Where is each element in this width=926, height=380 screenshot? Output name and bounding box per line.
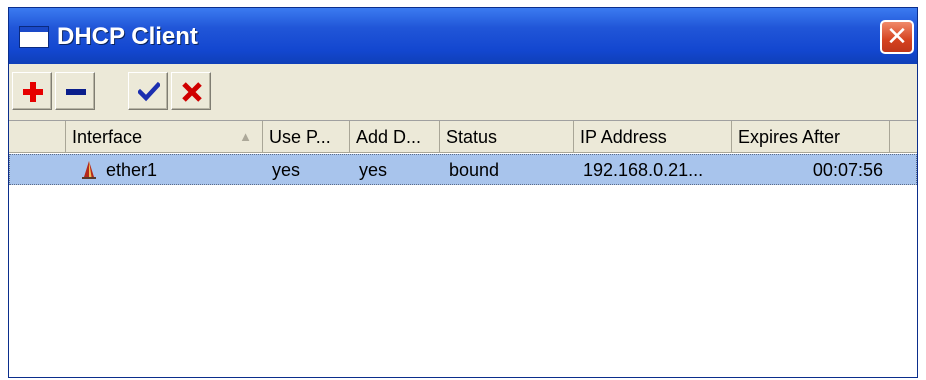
close-button[interactable]: ✕: [880, 20, 914, 54]
cell-add-default: yes: [359, 160, 388, 180]
enable-button[interactable]: [128, 72, 168, 110]
column-header-interface[interactable]: Interface ▲: [66, 121, 263, 153]
column-header-add-default[interactable]: Add D...: [350, 121, 440, 153]
cell-expires-after: 00:07:56: [812, 160, 883, 180]
window-icon: [19, 26, 49, 48]
window-title: DHCP Client: [57, 23, 198, 50]
cell-use-peer: yes: [272, 160, 301, 180]
minus-icon: [66, 89, 86, 95]
cell-status: bound: [449, 160, 500, 180]
dhcp-client-table: Interface ▲ Use P... Add D... Status IP …: [9, 120, 917, 377]
checkmark-icon: [138, 81, 160, 102]
cell-interface: ether1: [106, 160, 158, 180]
toolbar: [9, 64, 917, 120]
column-header-flags[interactable]: [9, 121, 66, 153]
x-mark-icon: [182, 82, 202, 102]
ethernet-interface-icon: [82, 161, 96, 179]
column-header-use-peer[interactable]: Use P...: [263, 121, 350, 153]
column-header-ip-address[interactable]: IP Address: [574, 121, 732, 153]
plus-icon: [23, 82, 43, 102]
add-button[interactable]: [12, 72, 52, 110]
table-row[interactable]: ether1 yes yes bound 192.168.0.21... 00:…: [9, 154, 917, 185]
column-header-expires-after[interactable]: Expires After: [732, 121, 890, 153]
column-header-status[interactable]: Status: [440, 121, 574, 153]
sort-ascending-icon: ▲: [239, 129, 252, 144]
title-bar[interactable]: DHCP Client ✕: [9, 8, 917, 64]
cell-ip-address: 192.168.0.21...: [583, 160, 704, 180]
disable-button[interactable]: [171, 72, 211, 110]
remove-button[interactable]: [55, 72, 95, 110]
column-header-filler: [890, 121, 917, 153]
dhcp-client-window: DHCP Client ✕ Interface ▲ Use P... Add D…: [8, 7, 918, 378]
table-header: Interface ▲ Use P... Add D... Status IP …: [9, 121, 917, 153]
